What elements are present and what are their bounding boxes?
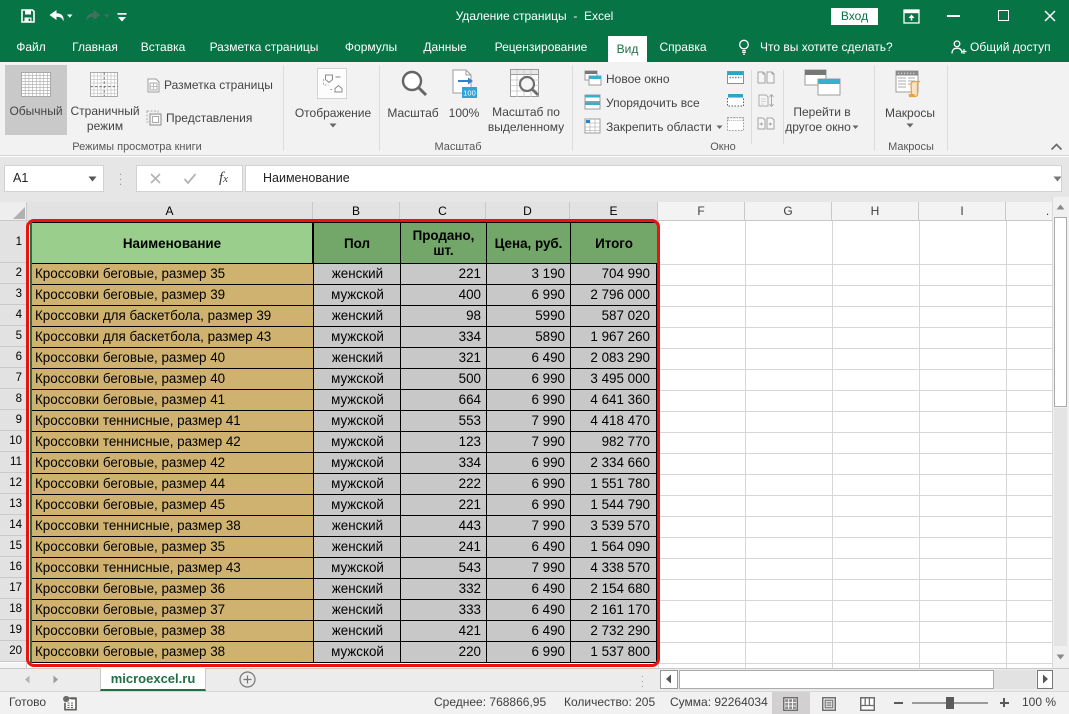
svg-text:100: 100 [463,89,476,98]
